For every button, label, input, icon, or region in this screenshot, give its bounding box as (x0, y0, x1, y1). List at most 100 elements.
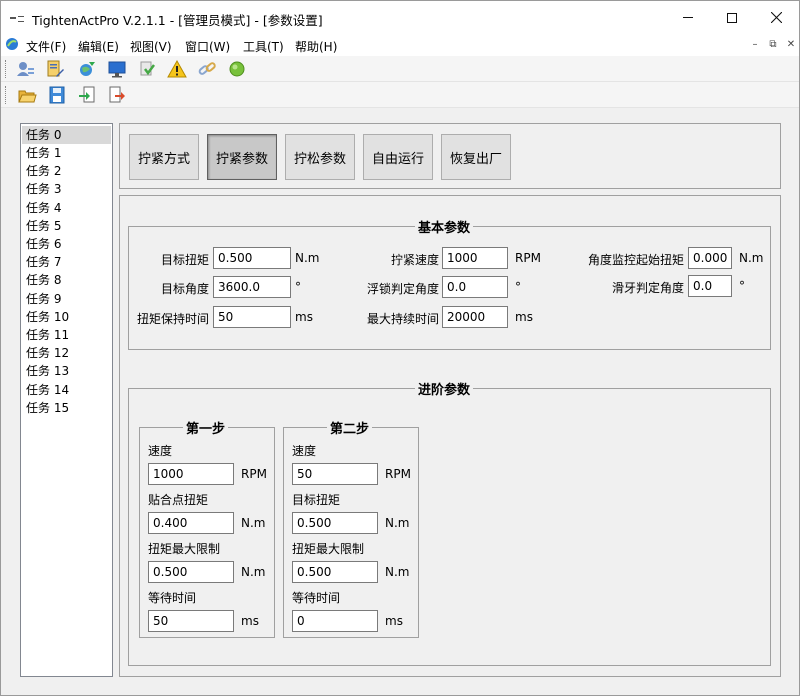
toolbar-grip[interactable] (5, 86, 8, 104)
float-lock-angle-unit: ° (515, 280, 521, 294)
step2-group: 第二步 速度 50 RPM 目标扭矩 0.500 N.m 扭矩最大限制 0.50… (283, 418, 419, 638)
step1-speed-label: 速度 (148, 444, 173, 458)
tab-free-run[interactable]: 自由运行 (363, 134, 433, 180)
slip-angle-input[interactable]: 0.0 (688, 275, 732, 297)
task-item-13[interactable]: 任务 13 (22, 362, 111, 380)
step2-torque-limit-input[interactable]: 0.500 (292, 561, 378, 583)
task-item-4[interactable]: 任务 4 (22, 199, 111, 217)
app-icon (10, 16, 24, 22)
task-item-9[interactable]: 任务 9 (22, 290, 111, 308)
step1-torque-limit-label: 扭矩最大限制 (148, 542, 221, 556)
green-circle-icon[interactable] (227, 59, 247, 79)
task-list[interactable]: 任务 0 任务 1 任务 2 任务 3 任务 4 任务 5 任务 6 任务 7 … (20, 123, 113, 677)
mdi-close-icon[interactable]: ✕ (784, 37, 798, 51)
minimize-button[interactable] (665, 1, 711, 34)
tighten-speed-label: 拧紧速度 (390, 253, 439, 267)
save-icon[interactable] (47, 85, 67, 105)
open-folder-icon[interactable] (17, 85, 37, 105)
app-window: TightenActPro V.2.1.1 - [管理员模式] - [参数设置]… (0, 0, 800, 696)
export-icon[interactable] (107, 85, 127, 105)
float-lock-angle-label: 浮锁判定角度 (366, 282, 439, 296)
tighten-speed-unit: RPM (515, 251, 541, 265)
tab-factory-reset[interactable]: 恢复出厂 (441, 134, 511, 180)
task-item-3[interactable]: 任务 3 (22, 180, 111, 198)
step2-wait-time-input[interactable]: 0 (292, 610, 378, 632)
target-angle-label: 目标角度 (160, 282, 209, 296)
tighten-speed-input[interactable]: 1000 (442, 247, 508, 269)
task-item-6[interactable]: 任务 6 (22, 235, 111, 253)
monitor-icon[interactable] (107, 59, 127, 79)
warning-icon[interactable] (167, 59, 187, 79)
task-item-1[interactable]: 任务 1 (22, 144, 111, 162)
step2-target-torque-input[interactable]: 0.500 (292, 512, 378, 534)
task-item-14[interactable]: 任务 14 (22, 381, 111, 399)
menu-view[interactable]: 视图(V) (130, 38, 172, 55)
target-torque-input[interactable]: 0.500 (213, 247, 291, 269)
task-item-10[interactable]: 任务 10 (22, 308, 111, 326)
minimize-icon (683, 17, 693, 18)
max-duration-input[interactable]: 20000 (442, 306, 508, 328)
mdi-minimize-icon[interactable]: – (748, 37, 762, 51)
task-item-15[interactable]: 任务 15 (22, 399, 111, 417)
step2-speed-label: 速度 (292, 444, 317, 458)
task-item-7[interactable]: 任务 7 (22, 253, 111, 271)
step1-speed-unit: RPM (241, 467, 267, 481)
tab-tighten-params[interactable]: 拧紧参数 (207, 134, 277, 180)
tab-loosen-params[interactable]: 拧松参数 (285, 134, 355, 180)
slip-angle-unit: ° (739, 279, 745, 293)
step2-title: 第二步 (327, 418, 373, 437)
step2-speed-input[interactable]: 50 (292, 463, 378, 485)
step1-speed-input[interactable]: 1000 (148, 463, 234, 485)
task-item-8[interactable]: 任务 8 (22, 271, 111, 289)
menu-file[interactable]: 文件(F) (26, 38, 66, 55)
maximize-icon (727, 12, 737, 23)
menu-tools[interactable]: 工具(T) (243, 38, 284, 55)
step1-title: 第一步 (183, 418, 229, 437)
menu-window[interactable]: 窗口(W) (185, 38, 230, 55)
step1-fit-torque-unit: N.m (241, 516, 266, 530)
close-button[interactable] (753, 1, 799, 34)
document-pen-icon[interactable] (45, 59, 65, 79)
step1-wait-time-input[interactable]: 50 (148, 610, 234, 632)
advanced-params-title: 进阶参数 (415, 379, 474, 398)
target-angle-unit: ° (295, 280, 301, 294)
step2-torque-limit-unit: N.m (385, 565, 410, 579)
globe-refresh-icon[interactable] (77, 59, 97, 79)
user-icon[interactable] (15, 59, 35, 79)
task-item-5[interactable]: 任务 5 (22, 217, 111, 235)
target-torque-unit: N.m (295, 251, 320, 265)
task-item-11[interactable]: 任务 11 (22, 326, 111, 344)
step2-target-torque-label: 目标扭矩 (292, 493, 341, 507)
torque-hold-time-input[interactable]: 50 (213, 306, 291, 328)
task-item-2[interactable]: 任务 2 (22, 162, 111, 180)
window-title: TightenActPro V.2.1.1 - [管理员模式] - [参数设置] (32, 13, 323, 28)
task-item-12[interactable]: 任务 12 (22, 344, 111, 362)
menu-help[interactable]: 帮助(H) (295, 38, 337, 55)
step2-wait-time-label: 等待时间 (292, 591, 341, 605)
angle-monitor-torque-input[interactable]: 0.000 (688, 247, 732, 269)
toolbar-grip[interactable] (5, 60, 8, 78)
target-angle-input[interactable]: 3600.0 (213, 276, 291, 298)
tab-panel: 拧紧方式 拧紧参数 拧松参数 自由运行 恢复出厂 (119, 123, 781, 189)
angle-monitor-torque-label: 角度监控起始扭矩 (587, 253, 684, 267)
advanced-params-group: 进阶参数 第一步 速度 1000 RPM 贴合点扭矩 0.400 N.m 扭矩最… (128, 379, 771, 666)
menu-edit[interactable]: 编辑(E) (78, 38, 119, 55)
link-icon[interactable] (197, 59, 217, 79)
step1-fit-torque-input[interactable]: 0.400 (148, 512, 234, 534)
task-item-0[interactable]: 任务 0 (22, 126, 111, 144)
menu-bar: 文件(F) 编辑(E) 视图(V) 窗口(W) 工具(T) 帮助(H) – ⧉ … (1, 34, 799, 56)
max-duration-label: 最大持续时间 (366, 312, 439, 326)
download-check-icon[interactable] (137, 59, 157, 79)
maximize-button[interactable] (709, 1, 755, 34)
step1-group: 第一步 速度 1000 RPM 贴合点扭矩 0.400 N.m 扭矩最大限制 0… (139, 418, 275, 638)
step1-torque-limit-unit: N.m (241, 565, 266, 579)
step1-wait-time-label: 等待时间 (148, 591, 197, 605)
step1-torque-limit-input[interactable]: 0.500 (148, 561, 234, 583)
mdi-restore-icon[interactable]: ⧉ (766, 37, 780, 51)
float-lock-angle-input[interactable]: 0.0 (442, 276, 508, 298)
step2-target-torque-unit: N.m (385, 516, 410, 530)
tab-tighten-mode[interactable]: 拧紧方式 (129, 134, 199, 180)
import-icon[interactable] (77, 85, 97, 105)
step2-wait-time-unit: ms (385, 614, 403, 628)
max-duration-unit: ms (515, 310, 533, 324)
